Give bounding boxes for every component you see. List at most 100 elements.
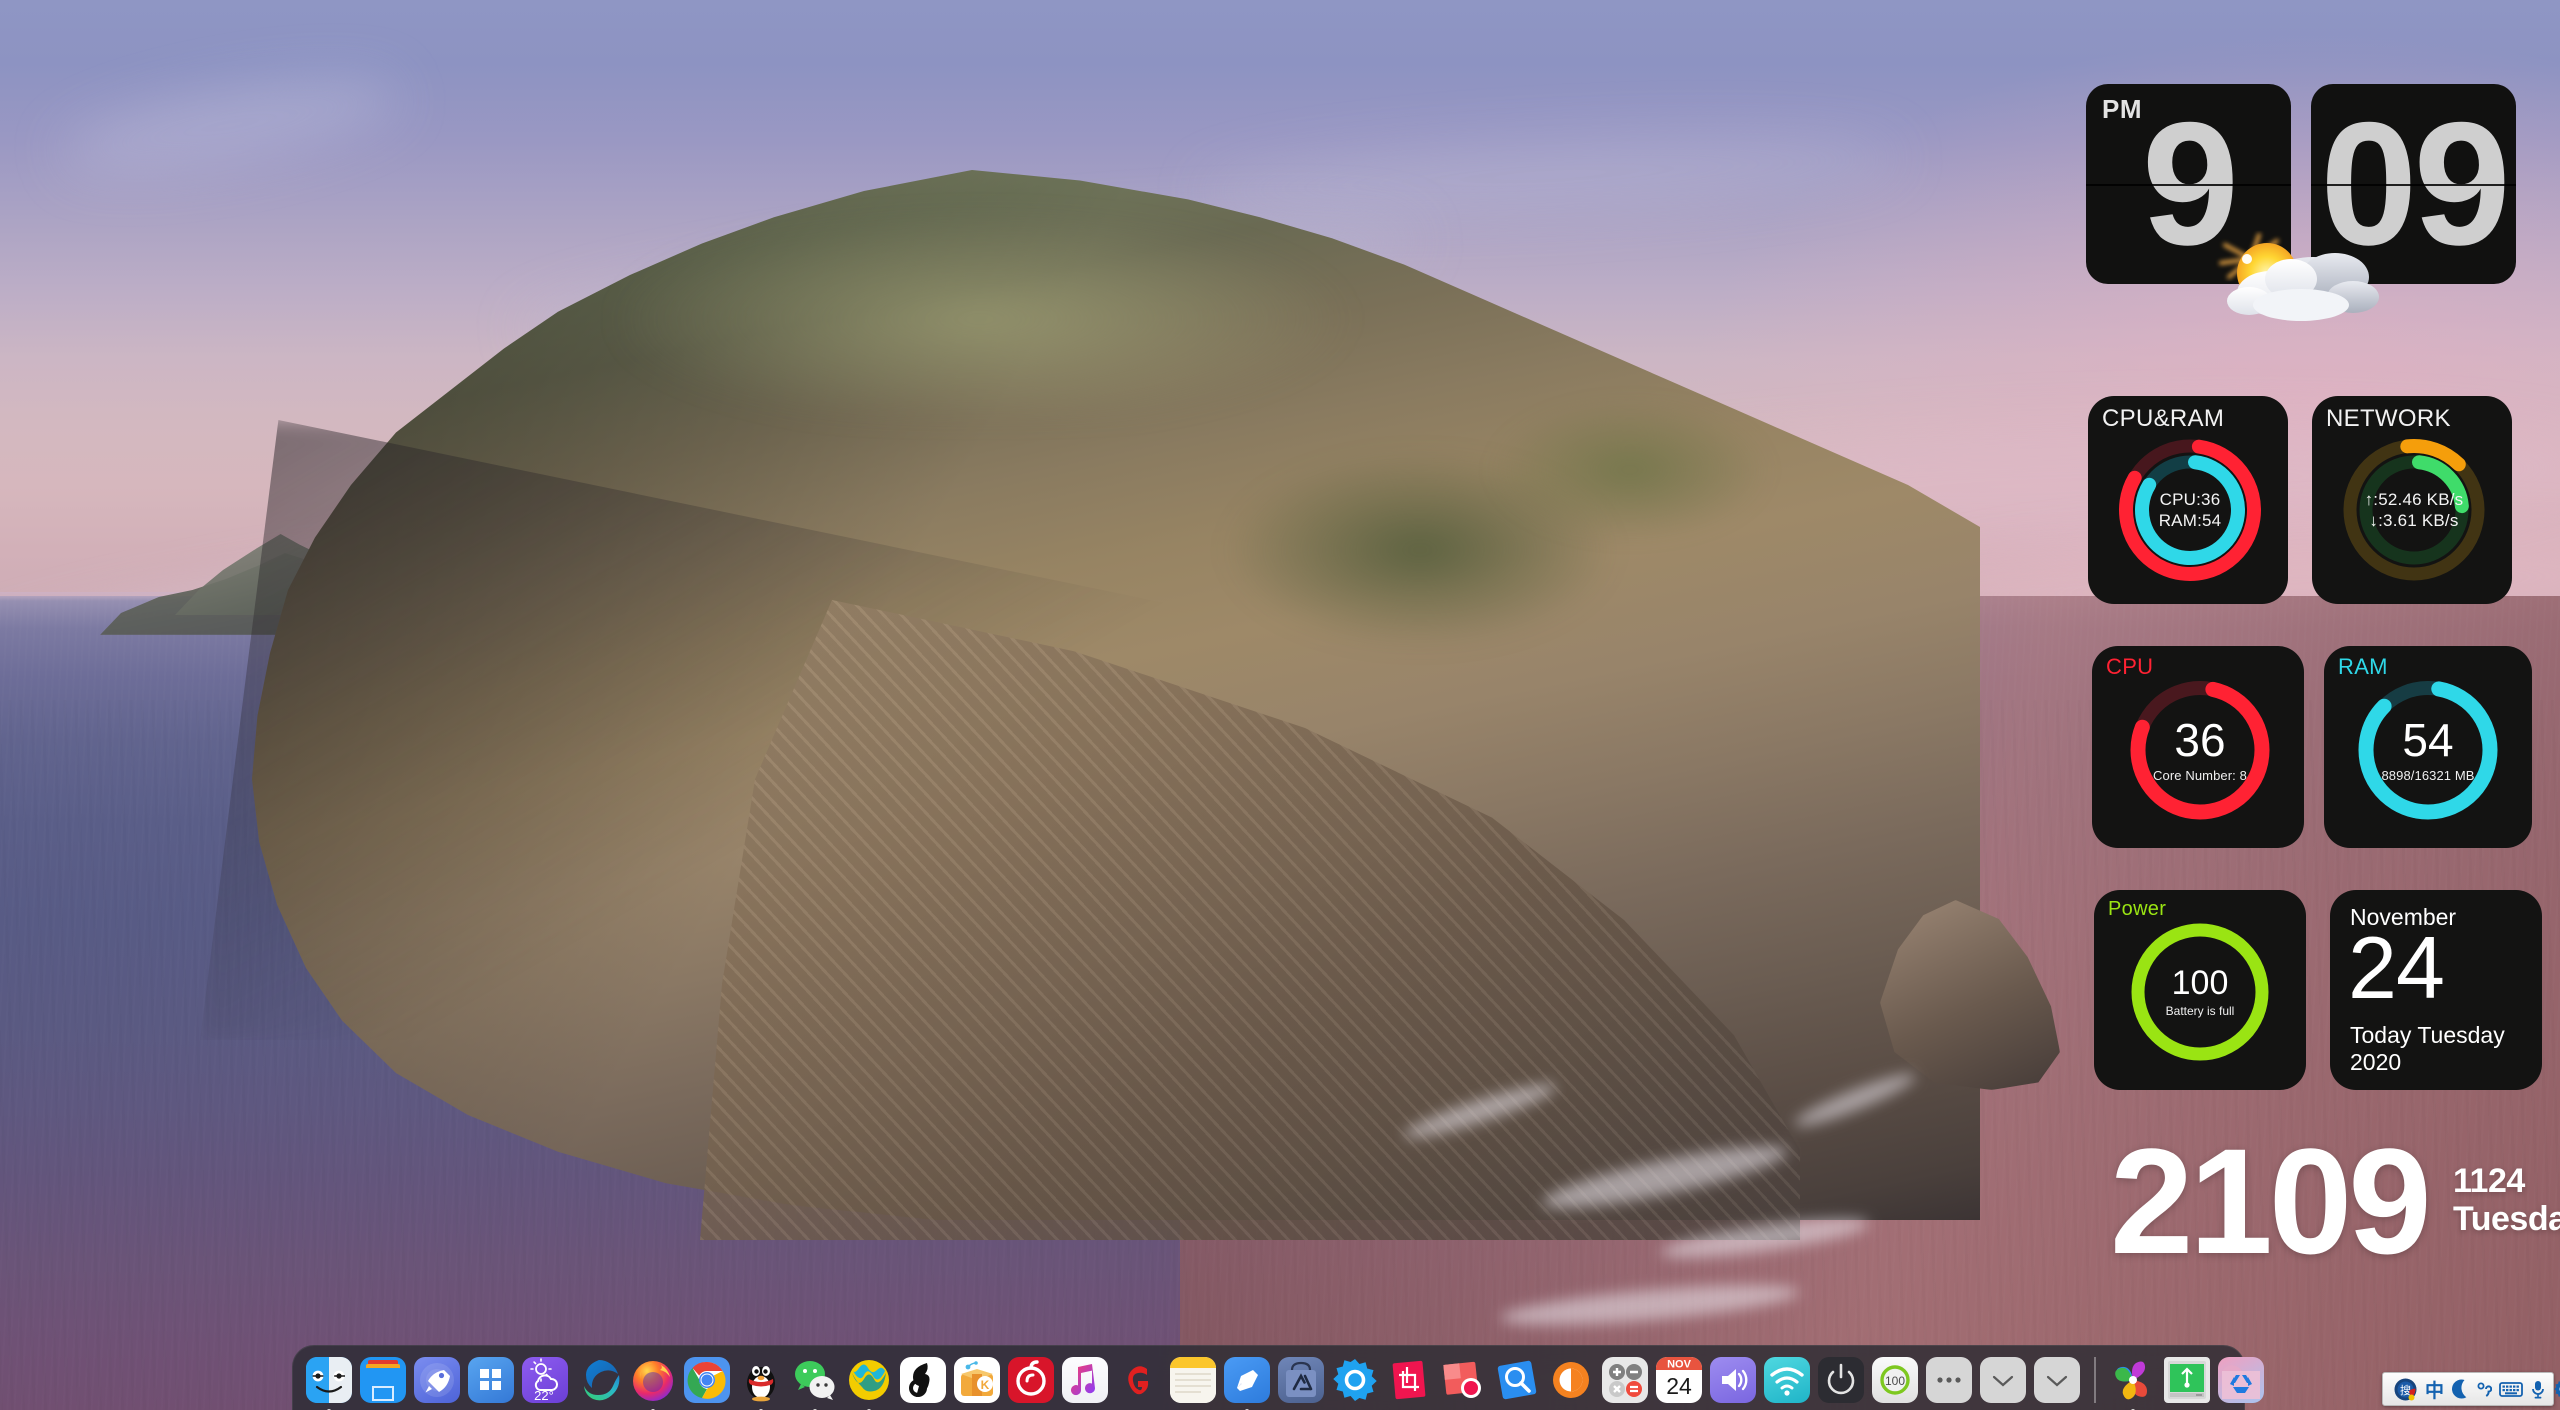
dock-item-app-store[interactable]: [1275, 1354, 1327, 1406]
svg-text:100: 100: [1885, 1374, 1905, 1388]
wechat-icon: [792, 1357, 838, 1403]
battery-icon: 100: [1872, 1357, 1918, 1403]
search-icon: [1494, 1357, 1540, 1403]
date-widget[interactable]: November 24 Today Tuesday 2020: [2330, 890, 2542, 1090]
recycle-bin-icon: [2218, 1357, 2264, 1403]
svg-text:搜: 搜: [2400, 1383, 2411, 1397]
dock-item-settings[interactable]: [1329, 1354, 1381, 1406]
snipaste-icon: [1386, 1357, 1432, 1403]
dock-item-power[interactable]: [1815, 1354, 1867, 1406]
cpu-ram-combined-widget[interactable]: CPU&RAM CPU:36 RAM:54: [2088, 396, 2288, 604]
dock-item-notes[interactable]: [1167, 1354, 1219, 1406]
dock-item-chrome[interactable]: [681, 1354, 733, 1406]
wallpaper-ridge-highlight: [620, 175, 1520, 415]
date-footer: Today Tuesday 2020: [2350, 1022, 2505, 1076]
dingtalk-icon: [900, 1357, 946, 1403]
dock-item-calculator[interactable]: [1599, 1354, 1651, 1406]
usb-drive-icon: [2164, 1357, 2210, 1403]
ram-ring-gauge: [2352, 674, 2504, 826]
cpu-widget[interactable]: CPU 36 Core Number: 8: [2092, 646, 2304, 848]
dock-item-battery[interactable]: 100: [1869, 1354, 1921, 1406]
network-widget-title: NETWORK: [2326, 405, 2451, 433]
itunes-icon: [1062, 1357, 1108, 1403]
dock-item-weather[interactable]: 22°: [519, 1354, 571, 1406]
power-widget[interactable]: Power 100 Battery is full: [2094, 890, 2306, 1090]
dock-item-windows-start[interactable]: [465, 1354, 517, 1406]
taskbar-dock[interactable]: 22° K NOV24 100: [292, 1345, 2245, 1410]
dock-item-wifi[interactable]: [1761, 1354, 1813, 1406]
launchpad-icon: [414, 1357, 460, 1403]
ram-widget[interactable]: RAM 54 8898/16321 MB: [2324, 646, 2532, 848]
power-icon: [1818, 1357, 1864, 1403]
big-clock-weekday: Tuesday: [2453, 1200, 2560, 1238]
files-icon: [360, 1357, 406, 1403]
network-widget[interactable]: NETWORK ↑:52.46 KB/s ↓:3.61 KB/s: [2312, 396, 2512, 604]
ime-punctuation-icon[interactable]: [2473, 1375, 2495, 1403]
dock-item-gobooks[interactable]: [1113, 1354, 1165, 1406]
dock-item-pinwheel[interactable]: [2107, 1354, 2159, 1406]
dock-item-darkmode[interactable]: [1545, 1354, 1597, 1406]
foxmail-icon: [846, 1357, 892, 1403]
wallpaper-vegetation: [1420, 360, 1840, 580]
ime-mode-label: 中: [2425, 1376, 2444, 1403]
dock-item-snipaste[interactable]: [1383, 1354, 1435, 1406]
dock-item-firefox[interactable]: [627, 1354, 679, 1406]
dock-item-calendar[interactable]: NOV24: [1653, 1354, 1705, 1406]
dock-item-wechat[interactable]: [789, 1354, 841, 1406]
edge-icon: [576, 1357, 622, 1403]
pinwheel-icon: [2110, 1357, 2156, 1403]
dock-item-finder[interactable]: [303, 1354, 355, 1406]
date-weekday-line: Today Tuesday: [2350, 1022, 2505, 1049]
firefox-icon: [630, 1357, 676, 1403]
dock-item-recycle-bin[interactable]: [2215, 1354, 2267, 1406]
dock-item-qq[interactable]: [735, 1354, 787, 1406]
ime-mode-chinese[interactable]: 中: [2422, 1375, 2447, 1403]
dock-item-itunes[interactable]: [1059, 1354, 1111, 1406]
dock-item-volume[interactable]: [1707, 1354, 1759, 1406]
dock-item-edge[interactable]: [573, 1354, 625, 1406]
editor-icon: [1224, 1357, 1270, 1403]
dock-item-collapse-1[interactable]: [1977, 1354, 2029, 1406]
windows-start-icon: [468, 1357, 514, 1403]
gobooks-icon: [1116, 1357, 1162, 1403]
desktop-big-clock[interactable]: 2109 1124 Tuesday: [2110, 1140, 2560, 1270]
ime-settings-gear-icon[interactable]: [2550, 1375, 2560, 1403]
more-icon: [1926, 1357, 1972, 1403]
ime-keyboard-icon[interactable]: [2496, 1375, 2526, 1403]
ime-moon-icon[interactable]: [2448, 1375, 2472, 1403]
dock-item-files[interactable]: [357, 1354, 409, 1406]
dock-item-foxmail[interactable]: [843, 1354, 895, 1406]
big-clock-time: 2109: [2110, 1126, 2428, 1276]
big-clock-date-number: 1124: [2453, 1162, 2560, 1200]
volume-icon: [1710, 1357, 1756, 1403]
dock-item-dingtalk[interactable]: [897, 1354, 949, 1406]
svg-text:22°: 22°: [534, 1388, 554, 1403]
dock-item-more[interactable]: [1923, 1354, 1975, 1406]
dock-item-netease-music[interactable]: [1005, 1354, 1057, 1406]
power-ring-gauge: [2124, 916, 2276, 1068]
dock-item-kugou[interactable]: K: [951, 1354, 1003, 1406]
ime-microphone-icon[interactable]: [2527, 1375, 2549, 1403]
dock-item-launchpad[interactable]: [411, 1354, 463, 1406]
dock-item-usb-drive[interactable]: [2161, 1354, 2213, 1406]
qq-icon: [738, 1357, 784, 1403]
wifi-icon: [1764, 1357, 1810, 1403]
settings-icon: [1332, 1357, 1378, 1403]
date-year-line: 2020: [2350, 1049, 2505, 1076]
collapse-1-icon: [1980, 1357, 2026, 1403]
calculator-icon: [1602, 1357, 1648, 1403]
kugou-icon: K: [954, 1357, 1000, 1403]
svg-text:K: K: [981, 1378, 990, 1392]
notes-icon: [1170, 1357, 1216, 1403]
dock-item-collapse-2[interactable]: [2031, 1354, 2083, 1406]
dock-item-screenrec[interactable]: [1437, 1354, 1489, 1406]
dock-item-editor[interactable]: [1221, 1354, 1273, 1406]
ime-toolbar[interactable]: 搜 中: [2382, 1372, 2554, 1406]
big-clock-side: 1124 Tuesday: [2453, 1162, 2560, 1238]
sogou-logo-icon[interactable]: 搜: [2390, 1375, 2421, 1403]
collapse-2-icon: [2034, 1357, 2080, 1403]
dock-item-search[interactable]: [1491, 1354, 1543, 1406]
flip-clock-hinge: [2086, 184, 2291, 186]
cpu-ram-dual-ring-gauge: [2112, 430, 2268, 590]
darkmode-icon: [1548, 1357, 1594, 1403]
